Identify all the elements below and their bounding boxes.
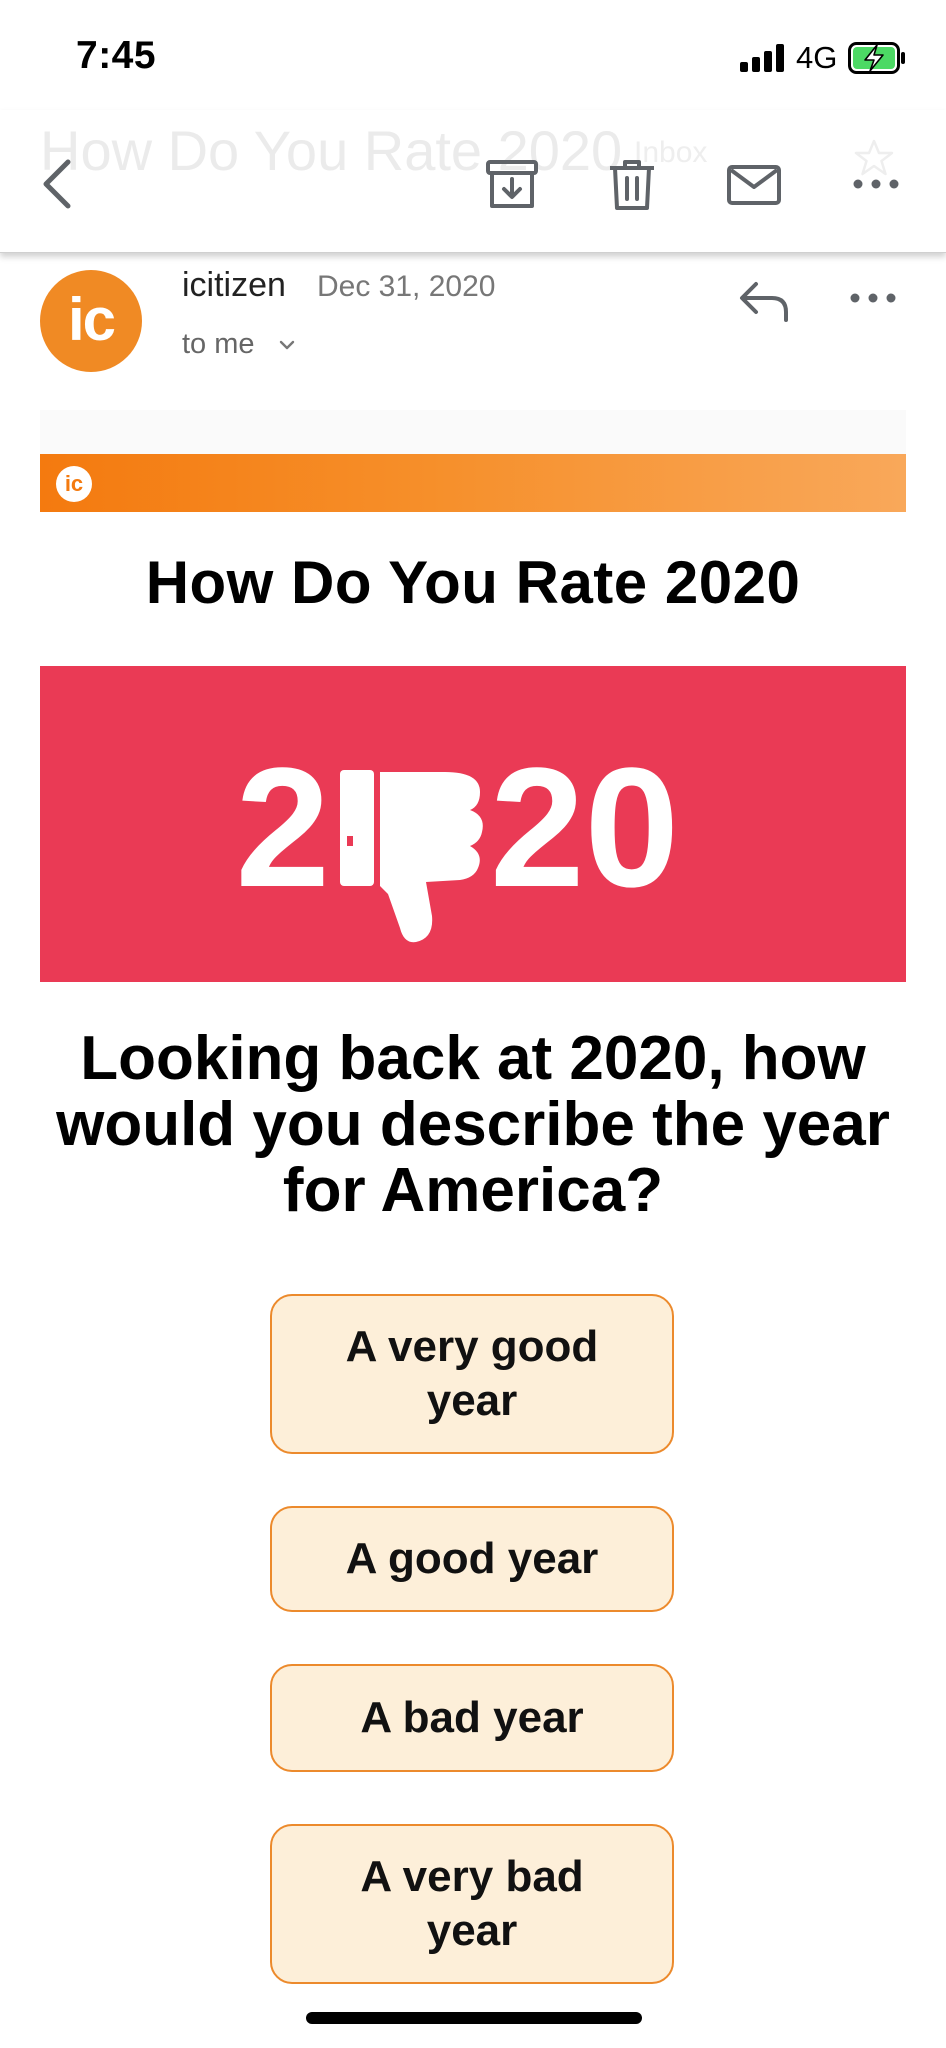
trash-icon[interactable] (602, 154, 662, 214)
sender-avatar: ic (40, 270, 142, 372)
brand-logo: ic (56, 466, 92, 502)
option-very-bad-year-button[interactable]: A very bad year (270, 1824, 674, 1984)
back-arrow-icon[interactable] (30, 154, 90, 214)
sender-name[interactable]: icitizen (182, 266, 286, 305)
archive-icon[interactable] (482, 154, 542, 214)
survey-question: Looking back at 2020, how would you desc… (56, 1024, 890, 1225)
message-toolbar: How Do You Rate 2020 Inbox (0, 110, 946, 253)
brand-header-bar: ic (40, 454, 906, 512)
message-more-icon[interactable] (848, 286, 898, 310)
network-type: 4G (796, 40, 838, 75)
recipient-details-toggle[interactable]: to me (182, 328, 255, 361)
hero-text-left: 2 (235, 733, 330, 923)
option-label: A good year (345, 1534, 599, 1583)
home-indicator[interactable] (306, 2012, 642, 2024)
hero-text-right: 20 (490, 733, 679, 923)
avatar-initials: ic (67, 286, 116, 353)
hero-banner: 2 20 (40, 666, 906, 982)
option-good-year-button[interactable]: A good year (270, 1506, 674, 1612)
sent-date: Dec 31, 2020 (317, 270, 496, 303)
email-preheader (40, 410, 906, 454)
reply-icon[interactable] (736, 276, 792, 324)
status-time: 7:45 (76, 34, 157, 77)
mark-unread-icon[interactable] (724, 154, 784, 214)
email-title: How Do You Rate 2020 (145, 549, 801, 616)
option-label: A very good year (345, 1322, 599, 1425)
option-label: A very bad year (360, 1852, 584, 1955)
signal-strength-icon (740, 44, 788, 72)
status-bar: 7:45 4G (0, 0, 946, 110)
option-label: A bad year (360, 1693, 584, 1742)
option-very-good-year-button[interactable]: A very good year (270, 1294, 674, 1454)
brand-logo-text: ic (64, 471, 84, 496)
thumbs-down-icon (340, 770, 483, 943)
hero-graphic: 2 20 (235, 733, 679, 943)
battery-charging-icon (848, 42, 905, 74)
option-bad-year-button[interactable]: A bad year (270, 1664, 674, 1772)
chevron-down-icon[interactable] (278, 338, 296, 352)
more-icon[interactable] (846, 154, 906, 214)
